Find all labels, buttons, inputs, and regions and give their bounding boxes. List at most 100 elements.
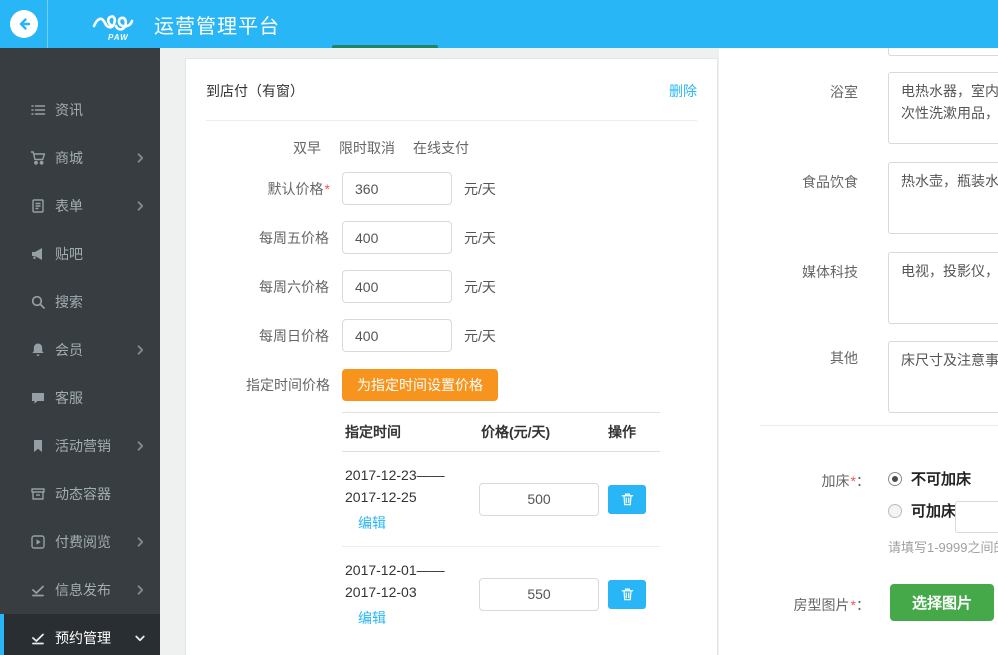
brand-logo: PAW 运营管理平台 <box>92 6 280 42</box>
chevron-right-icon <box>134 536 146 548</box>
top-bar: PAW 运营管理平台 <box>0 0 998 48</box>
rate-plan-title: 到店付（有窗） <box>206 83 304 99</box>
bookmark-icon <box>30 438 46 454</box>
sunday-price-input[interactable] <box>342 319 452 352</box>
container-box-icon <box>30 486 46 502</box>
play-square-icon <box>30 534 46 550</box>
delete-link[interactable]: 删除 <box>669 81 697 101</box>
edit-link[interactable]: 编辑 <box>345 512 386 534</box>
clipped-note-fragment: （ <box>992 593 998 613</box>
chevron-right-icon <box>134 344 146 356</box>
delete-row-button[interactable] <box>608 579 646 609</box>
default-price-input[interactable] <box>342 172 452 205</box>
bathroom-textarea[interactable]: 电热水器，室内 次性洗漱用品， <box>888 72 998 144</box>
table-header-row: 指定时间 价格(元/天) 操作 <box>342 412 660 452</box>
chevron-right-icon <box>134 200 146 212</box>
special-price-input[interactable] <box>479 482 599 516</box>
back-arrow-icon <box>19 18 30 30</box>
date-range-start: 2017-12-23—— <box>345 467 445 483</box>
clipped-top-input[interactable] <box>888 48 998 56</box>
no-extra-bed-label: 不可加床 <box>911 471 972 488</box>
trash-icon <box>621 588 633 600</box>
extra-bed-option[interactable]: 可加床, <box>888 500 960 521</box>
media-label: 媒体科技 <box>802 264 858 280</box>
table-row: 2017-12-23—— 2017-12-25 编辑 <box>342 452 660 547</box>
unit-label: 元/天 <box>464 180 496 197</box>
date-range-end: 2017-12-03 <box>345 584 417 600</box>
no-extra-bed-option[interactable]: 不可加床 <box>888 468 971 489</box>
trash-icon <box>621 493 633 505</box>
sidebar-item-publish[interactable]: 信息发布 <box>0 566 160 614</box>
brand-swirl-icon: PAW <box>92 6 148 42</box>
sidebar-item-label: 商城 <box>55 150 83 166</box>
extra-bed-hint: 请填写1-9999之间的 <box>888 540 998 555</box>
choose-image-button[interactable]: 选择图片 <box>890 584 994 621</box>
sidebar-item-container[interactable]: 动态容器 <box>0 470 160 518</box>
news-list-icon <box>30 102 46 118</box>
saturday-price-input[interactable] <box>342 270 452 303</box>
sidebar-item-news[interactable]: 资讯 <box>0 86 160 134</box>
cart-icon <box>30 150 46 166</box>
sunday-price-label: 每周日价格 <box>259 327 329 344</box>
set-special-price-button[interactable]: 为指定时间设置价格 <box>342 368 498 401</box>
default-price-label: 默认价格 <box>267 180 324 197</box>
sidebar-item-mall[interactable]: 商城 <box>0 134 160 182</box>
other-label: 其他 <box>830 350 858 366</box>
megaphone-icon <box>30 246 46 262</box>
sidebar-item-booking[interactable]: 预约管理 <box>0 614 160 655</box>
friday-price-label: 每周五价格 <box>259 229 329 246</box>
other-textarea[interactable]: 床尺寸及注意事 <box>888 341 998 413</box>
sidebar-item-marketing[interactable]: 活动营销 <box>0 422 160 470</box>
radio-unselected-icon[interactable] <box>888 503 902 518</box>
required-mark: * <box>324 180 330 197</box>
form-document-icon <box>30 198 46 214</box>
divider <box>206 120 697 121</box>
divider <box>760 425 998 426</box>
sidebar-item-forum[interactable]: 贴吧 <box>0 230 160 278</box>
food-textarea[interactable]: 热水壶，瓶装水 <box>888 162 998 234</box>
sidebar-item-label: 资讯 <box>55 102 83 118</box>
sidebar-item-label: 预约管理 <box>55 630 111 646</box>
extra-bed-label: 加床 <box>821 473 850 489</box>
sidebar-item-paid-view[interactable]: 付费阅览 <box>0 518 160 566</box>
special-price-table: 指定时间 价格(元/天) 操作 2017-12-23—— 2017-12-25 … <box>342 412 660 641</box>
sidebar-item-label: 付费阅览 <box>55 534 111 550</box>
media-textarea[interactable]: 电视，投影仪， <box>888 252 998 324</box>
edit-link[interactable]: 编辑 <box>345 607 386 629</box>
sidebar-item-form[interactable]: 表单 <box>0 182 160 230</box>
col-header-action: 操作 <box>608 424 636 440</box>
sidebar-item-member[interactable]: 会员 <box>0 326 160 374</box>
rate-tags: 双早 限时取消 在线支付 <box>293 138 697 158</box>
friday-price-row: 每周五价格 元/天 <box>206 221 697 254</box>
extra-bed-count-input[interactable] <box>955 501 998 533</box>
unit-label: 元/天 <box>464 327 496 344</box>
unit-label: 元/天 <box>464 229 496 246</box>
tag-cancel: 限时取消 <box>339 140 395 156</box>
table-row: 2017-12-01—— 2017-12-03 编辑 <box>342 547 660 641</box>
col-header-date: 指定时间 <box>345 424 401 440</box>
chat-bubble-icon <box>30 390 46 406</box>
sunday-price-row: 每周日价格 元/天 <box>206 319 697 352</box>
sidebar-item-search[interactable]: 搜索 <box>0 278 160 326</box>
friday-price-input[interactable] <box>342 221 452 254</box>
date-range-start: 2017-12-01—— <box>345 562 445 578</box>
default-price-row: 默认价格* 元/天 <box>206 172 697 205</box>
chevron-right-icon <box>134 440 146 452</box>
sidebar-item-label: 贴吧 <box>55 246 83 262</box>
special-price-input[interactable] <box>479 577 599 611</box>
brand-subtext: PAW <box>108 33 129 42</box>
check-publish-icon <box>30 582 46 598</box>
delete-row-button[interactable] <box>608 484 646 514</box>
col-header-price: 价格(元/天) <box>481 424 551 440</box>
extra-bed-label-yes: 可加床, <box>911 503 961 520</box>
sidebar-item-label: 信息发布 <box>55 582 111 598</box>
sidebar-item-label: 动态容器 <box>55 486 111 502</box>
tag-breakfast: 双早 <box>293 140 321 156</box>
radio-selected-icon[interactable] <box>888 471 902 486</box>
room-image-label: 房型图片 <box>793 597 850 613</box>
date-range-end: 2017-12-25 <box>345 489 417 505</box>
chevron-down-icon <box>134 632 146 644</box>
sidebar-item-service[interactable]: 客服 <box>0 374 160 422</box>
content-area: 到店付（有窗） 删除 双早 限时取消 在线支付 默认价格* 元/天 每周五价格 … <box>160 48 998 655</box>
back-button[interactable] <box>0 0 48 48</box>
